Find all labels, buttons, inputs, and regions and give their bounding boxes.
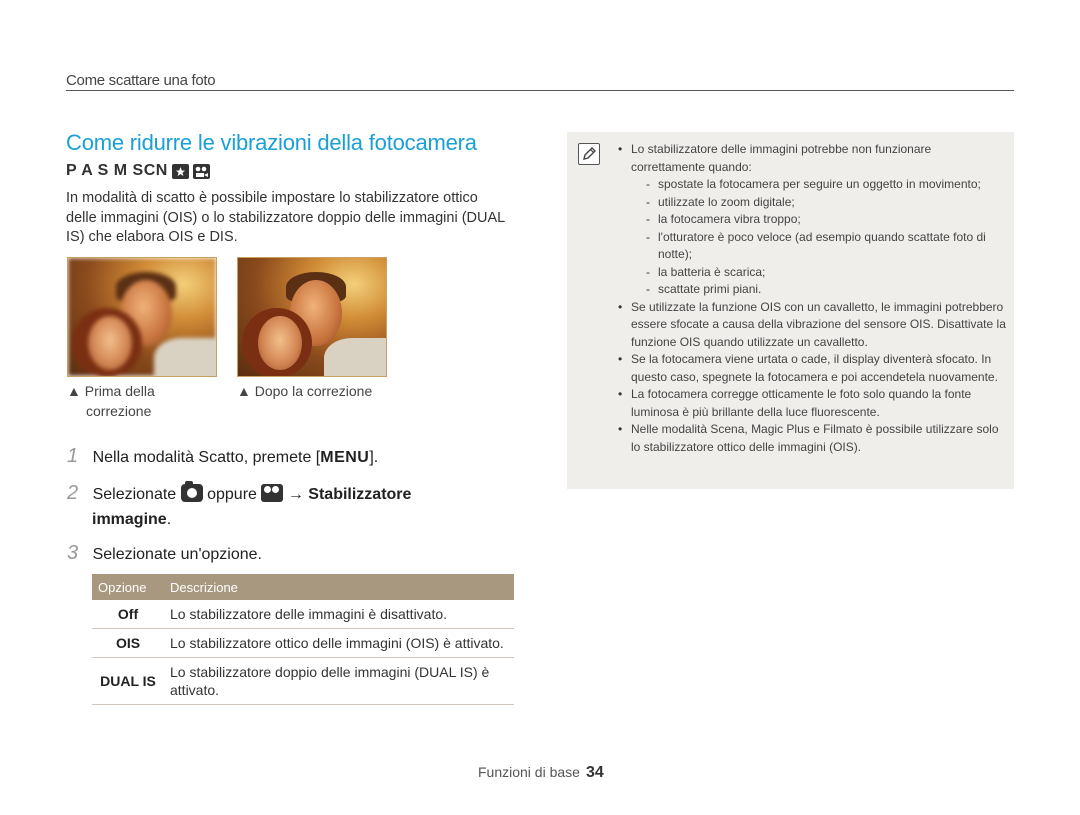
option-desc: Lo stabilizzatore delle immagini è disat… bbox=[164, 600, 514, 629]
step-text: Selezionate un'opzione. bbox=[92, 546, 262, 563]
table-row: OIS Lo stabilizzatore ottico delle immag… bbox=[92, 628, 514, 658]
step-text: . bbox=[166, 511, 172, 528]
step-2: 2 Selezionate oppure → Stabilizzatore im… bbox=[67, 481, 507, 529]
menu-key: MENU bbox=[320, 449, 370, 466]
step-1: 1 Nella modalità Scatto, premete [MENU]. bbox=[67, 445, 378, 468]
note-subitem: spostate la fotocamera per seguire un og… bbox=[631, 176, 1008, 194]
photo-before bbox=[67, 257, 217, 377]
video-camera-icon bbox=[261, 484, 284, 502]
note-item: Nelle modalità Scena, Magic Plus e Filma… bbox=[618, 421, 1008, 456]
step-text: ]. bbox=[369, 449, 379, 466]
note-item: Se utilizzate la funzione OIS con un cav… bbox=[618, 299, 1008, 352]
note-list: Lo stabilizzatore delle immagini potrebb… bbox=[618, 141, 1008, 456]
table-row: Off Lo stabilizzatore delle immagini è d… bbox=[92, 600, 514, 629]
caption-after: ▲ Dopo la correzione bbox=[237, 383, 373, 399]
photo-after bbox=[237, 257, 387, 377]
table-row: DUAL IS Lo stabilizzatore doppio delle i… bbox=[92, 657, 514, 705]
table-header-option: Opzione bbox=[92, 574, 164, 600]
table-header-description: Descrizione bbox=[164, 574, 514, 600]
page-footer: Funzioni di base 34 bbox=[478, 764, 604, 782]
movie-mode-icon bbox=[192, 163, 210, 179]
caption-before: ▲ Prima della correzione bbox=[67, 381, 155, 421]
intro-paragraph: In modalità di scatto è possibile impost… bbox=[66, 190, 505, 245]
header-divider bbox=[66, 90, 1014, 91]
option-desc: Lo stabilizzatore doppio delle immagini … bbox=[164, 657, 514, 705]
smart-mode-icon bbox=[171, 163, 189, 179]
camera-icon bbox=[180, 481, 203, 502]
caption-before-line1: ▲ Prima della bbox=[67, 383, 155, 399]
note-item: Lo stabilizzatore delle immagini potrebb… bbox=[618, 141, 1008, 299]
note-text: Lo stabilizzatore delle immagini potrebb… bbox=[631, 142, 932, 174]
mode-indicators: P A S M SCN bbox=[66, 162, 210, 180]
option-desc: Lo stabilizzatore ottico delle immagini … bbox=[164, 628, 514, 658]
caption-before-line2: correzione bbox=[86, 403, 152, 419]
note-subitem: la fotocamera vibra troppo; bbox=[631, 211, 1008, 229]
note-subitem: la batteria è scarica; bbox=[631, 264, 1008, 282]
step-text: Nella modalità Scatto, premete [ bbox=[92, 449, 321, 466]
page-title: Come ridurre le vibrazioni della fotocam… bbox=[66, 130, 477, 155]
step-text: oppure bbox=[207, 486, 257, 503]
step-text: Selezionate bbox=[92, 486, 177, 503]
option-key: OIS bbox=[92, 628, 164, 658]
step-number: 2 bbox=[67, 482, 79, 504]
note-subitem: scattate primi piani. bbox=[631, 281, 1008, 299]
option-key: DUAL IS bbox=[92, 657, 164, 705]
note-subitem: l'otturatore è poco veloce (ad esempio q… bbox=[631, 229, 1008, 264]
note-subitem: utilizzate lo zoom digitale; bbox=[631, 194, 1008, 212]
section-label: Come scattare una foto bbox=[66, 72, 216, 89]
note-item: La fotocamera corregge otticamente le fo… bbox=[618, 386, 1008, 421]
step-number: 3 bbox=[67, 542, 79, 564]
note-item: Se la fotocamera viene urtata o cade, il… bbox=[618, 351, 1008, 386]
note-pencil-icon bbox=[578, 143, 600, 165]
step-number: 1 bbox=[67, 445, 79, 467]
page-number: 34 bbox=[585, 764, 604, 781]
menu-path-line2: immagine bbox=[92, 511, 167, 528]
menu-path: → Stabilizzatore bbox=[287, 486, 412, 503]
note-sublist: spostate la fotocamera per seguire un og… bbox=[631, 176, 1008, 299]
options-table: Opzione Descrizione Off Lo stabilizzator… bbox=[92, 574, 514, 705]
footer-label: Funzioni di base bbox=[478, 764, 580, 780]
option-key: Off bbox=[92, 600, 164, 629]
step-3: 3 Selezionate un'opzione. bbox=[67, 542, 262, 565]
mode-letters: P A S M SCN bbox=[66, 162, 168, 179]
